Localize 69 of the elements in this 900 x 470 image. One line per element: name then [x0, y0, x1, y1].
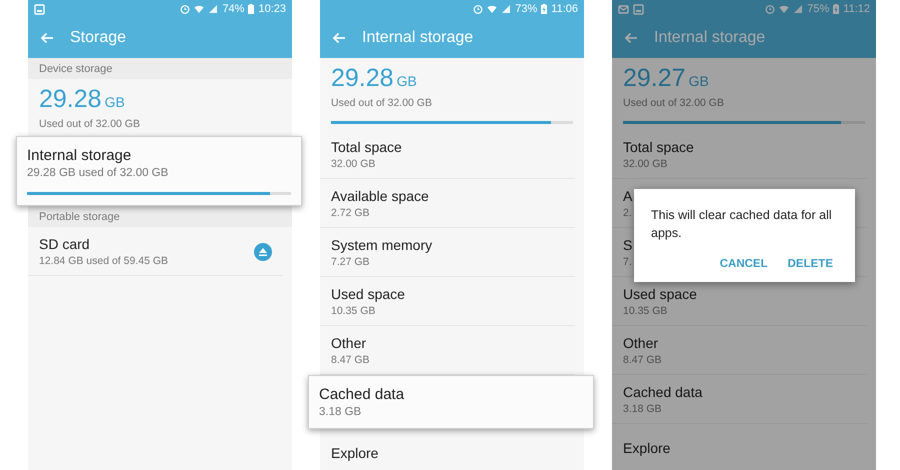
item-title: Cached data — [623, 384, 702, 400]
back-arrow-icon[interactable] — [624, 32, 638, 44]
wifi-icon — [487, 4, 498, 14]
screen-title: Internal storage — [654, 29, 766, 47]
item-title: Available space — [331, 188, 429, 204]
section-header: Portable storage — [28, 206, 292, 227]
item-title: A — [623, 188, 632, 204]
highlighted-list-item[interactable]: Internal storage 29.28 GB used of 32.00 GB — [16, 136, 302, 206]
alarm-clock-icon — [180, 4, 190, 14]
item-subtitle: 29.28 GB used of 32.00 GB — [27, 167, 168, 179]
storage-used-value: 29.28 — [39, 85, 102, 113]
item-subtitle: 3.18 GB — [319, 406, 362, 418]
storage-caption: Used out of 32.00 GB — [623, 97, 725, 109]
item-title: System memory — [331, 237, 432, 253]
signal-icon — [208, 4, 218, 14]
item-title: Total space — [331, 139, 402, 155]
item-subtitle: 8.47 GB — [331, 354, 370, 366]
item-subtitle: 2.72 GB — [331, 207, 370, 219]
item-subtitle: 32.00 GB — [331, 158, 376, 170]
item-title: Internal storage — [27, 147, 132, 164]
dialog-message: This will clear cached data for all apps. — [651, 207, 833, 242]
highlighted-list-item[interactable]: Cached data 3.18 GB — [308, 375, 594, 429]
battery-percentage: 75% — [807, 3, 830, 15]
item-title: Used space — [623, 286, 697, 302]
battery-percentage: 73% — [515, 3, 538, 15]
status-time: 11:12 — [843, 3, 870, 15]
wifi-icon — [194, 4, 204, 14]
back-arrow-icon[interactable] — [332, 32, 346, 44]
screen-title: Internal storage — [362, 29, 474, 47]
item-title: Explore — [331, 445, 378, 461]
image-icon — [633, 4, 644, 14]
storage-unit: GB — [688, 73, 709, 89]
status-time: 11:06 — [551, 3, 578, 15]
signal-icon — [501, 4, 512, 14]
item-subtitle: 32.00 GB — [623, 158, 668, 170]
item-title: Other — [331, 335, 366, 351]
item-subtitle: 3.18 GB — [623, 403, 662, 415]
storage-caption: Used out of 32.00 GB — [39, 118, 141, 130]
item-title: Cached data — [319, 386, 404, 403]
signal-icon — [793, 4, 804, 14]
wifi-icon — [779, 4, 790, 14]
storage-unit: GB — [104, 94, 125, 110]
item-subtitle: 10.35 GB — [623, 305, 668, 317]
storage-used-value: 29.28 — [331, 64, 394, 92]
item-subtitle: 8.47 GB — [623, 354, 662, 366]
item-subtitle: 7. — [623, 256, 632, 268]
section-header: Device storage — [28, 58, 292, 79]
storage-caption: Used out of 32.00 GB — [331, 97, 433, 109]
storage-unit: GB — [396, 73, 417, 89]
back-arrow-icon[interactable] — [40, 32, 54, 44]
alarm-clock-icon — [765, 4, 776, 14]
alarm-clock-icon — [473, 4, 484, 14]
item-title: Explore — [623, 440, 670, 456]
item-subtitle: 2. — [623, 207, 632, 219]
item-title: S — [623, 237, 632, 253]
eject-icon[interactable] — [254, 242, 272, 260]
mail-icon — [618, 4, 629, 14]
status-time: 10:23 — [258, 3, 286, 15]
item-subtitle: 7.27 GB — [331, 256, 370, 268]
image-icon — [34, 4, 45, 14]
item-subtitle: 10.35 GB — [331, 305, 376, 317]
item-subtitle: 12.84 GB used of 59.45 GB — [39, 255, 168, 267]
screen-title: Storage — [70, 29, 126, 47]
item-title: Used space — [331, 286, 405, 302]
item-title: Total space — [623, 139, 694, 155]
storage-used-value: 29.27 — [623, 64, 686, 92]
battery-percentage: 74% — [222, 3, 244, 15]
item-title: Other — [623, 335, 658, 351]
item-title: SD card — [39, 236, 90, 252]
